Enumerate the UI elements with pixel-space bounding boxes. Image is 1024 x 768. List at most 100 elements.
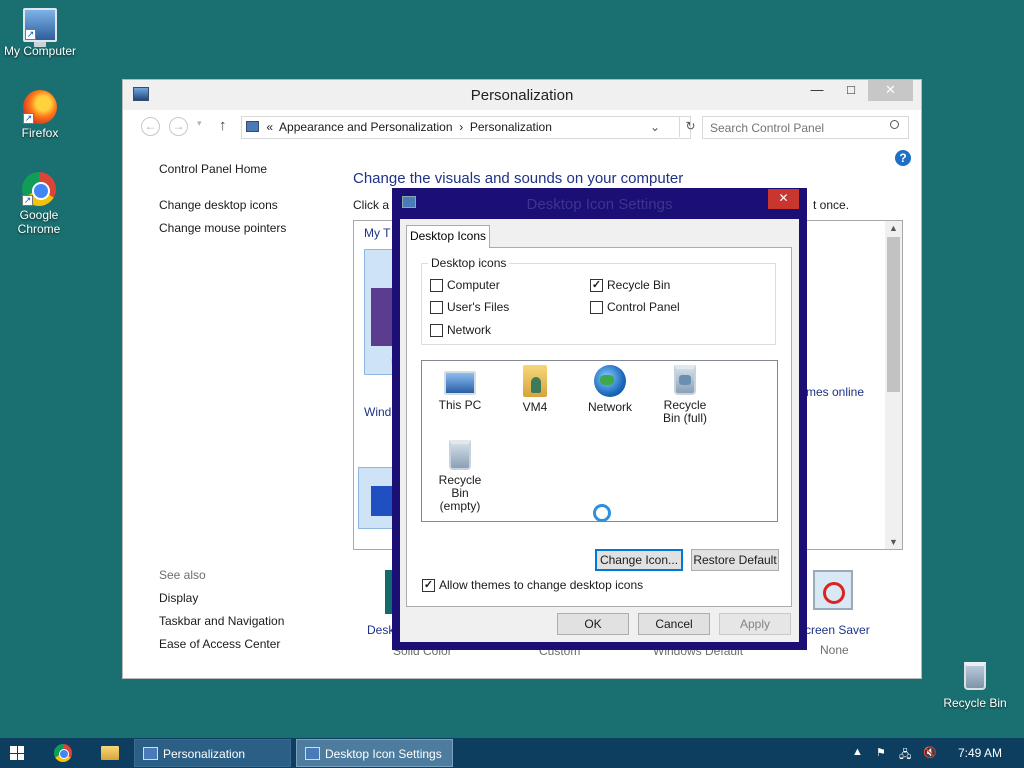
scroll-down-icon[interactable]: ▼ bbox=[889, 537, 898, 547]
search-input[interactable] bbox=[702, 116, 909, 139]
close-button[interactable]: ✕ bbox=[868, 80, 913, 101]
desktop-icon-label: Google Chrome bbox=[17, 208, 61, 236]
breadcrumb-personalization[interactable]: Personalization bbox=[470, 120, 552, 134]
back-button[interactable]: ← bbox=[141, 117, 160, 136]
address-bar[interactable]: « Appearance and Personalization › Perso… bbox=[241, 116, 691, 139]
desktop-background-label[interactable]: Desk bbox=[367, 623, 394, 637]
navigation-bar: ← → ▾ ↑ « Appearance and Personalization… bbox=[131, 114, 909, 140]
checkbox-label: Recycle Bin bbox=[607, 278, 671, 292]
task-desktop-icon-settings[interactable]: Desktop Icon Settings bbox=[296, 739, 453, 767]
windows-themes-label: Wind bbox=[364, 405, 392, 419]
file-explorer-icon[interactable] bbox=[101, 746, 119, 760]
nav-change-desktop-icons[interactable]: Change desktop icons bbox=[159, 198, 278, 212]
checkbox-users-files[interactable]: User's Files bbox=[430, 300, 509, 314]
address-dropdown-icon[interactable]: ⌄ bbox=[650, 117, 660, 138]
breadcrumb-prefix[interactable]: « bbox=[266, 120, 273, 134]
clock[interactable]: 7:49 AM bbox=[958, 746, 1002, 760]
forward-button[interactable]: → bbox=[169, 117, 188, 136]
task-label: Desktop Icon Settings bbox=[325, 747, 442, 761]
search-icon[interactable] bbox=[890, 120, 899, 129]
taskbar: Personalization Desktop Icon Settings ▲ … bbox=[0, 738, 1024, 768]
task-label: Personalization bbox=[163, 747, 246, 761]
dialog-body: Desktop Icons Desktop icons Computer ✓ Re… bbox=[400, 219, 799, 642]
get-more-themes-link[interactable]: mes online bbox=[806, 385, 864, 399]
title-bar[interactable]: Personalization — □ ✕ bbox=[123, 80, 921, 110]
icon-label: Recycle Bin (full) bbox=[662, 398, 707, 425]
desktop-icons-group: Desktop icons Computer ✓ Recycle Bin User… bbox=[421, 256, 776, 345]
breadcrumb-appearance[interactable]: Appearance and Personalization bbox=[279, 120, 452, 134]
volume-muted-icon[interactable]: 🔇 bbox=[923, 746, 937, 759]
minimize-button[interactable]: — bbox=[800, 80, 834, 101]
chrome-icon[interactable] bbox=[54, 744, 72, 762]
screen-saver-label[interactable]: creen Saver bbox=[805, 623, 870, 637]
checkbox-control-panel[interactable]: Control Panel bbox=[590, 300, 680, 314]
no-symbol-icon bbox=[823, 582, 845, 604]
ok-button[interactable]: OK bbox=[557, 613, 629, 635]
maximize-button[interactable]: □ bbox=[834, 80, 868, 101]
desktop-icon-firefox[interactable]: ↗ Firefox bbox=[0, 90, 80, 140]
firefox-icon: ↗ bbox=[23, 90, 57, 124]
desktop-icon-settings-dialog: Desktop Icon Settings ✕ Desktop Icons De… bbox=[392, 188, 807, 650]
checkbox-label: Allow themes to change desktop icons bbox=[439, 578, 644, 592]
icon-label: Network bbox=[587, 400, 632, 414]
scrollbar[interactable]: ▲ ▼ bbox=[885, 221, 902, 549]
nav-display[interactable]: Display bbox=[159, 591, 198, 605]
task-personalization[interactable]: Personalization bbox=[134, 739, 291, 767]
show-hidden-icons[interactable]: ▲ bbox=[852, 746, 863, 758]
up-button[interactable]: ↑ bbox=[219, 117, 227, 134]
checkbox-box[interactable]: ✓ bbox=[422, 578, 435, 592]
flag-icon[interactable]: ⚑ bbox=[876, 746, 886, 759]
tab-panel: Desktop icons Computer ✓ Recycle Bin User… bbox=[406, 247, 792, 607]
recent-dropdown-icon[interactable]: ▾ bbox=[197, 118, 202, 129]
change-icon-button[interactable]: Change Icon... bbox=[595, 549, 683, 571]
icon-item-network[interactable]: Network bbox=[574, 365, 646, 414]
control-panel-icon bbox=[246, 121, 259, 132]
restore-default-button[interactable]: Restore Default bbox=[691, 549, 779, 571]
icon-list[interactable]: This PC VM4 Network Recycle Bin (full) R… bbox=[421, 360, 778, 522]
screen-saver-value: None bbox=[820, 643, 849, 657]
icon-item-recycle-bin-full[interactable]: Recycle Bin (full) bbox=[649, 365, 721, 425]
computer-icon: ↗ bbox=[23, 8, 57, 47]
checkbox-label: Computer bbox=[447, 278, 500, 292]
help-icon[interactable]: ? bbox=[895, 150, 911, 166]
theme-thumbnail-windows[interactable] bbox=[358, 467, 395, 529]
start-icon[interactable] bbox=[10, 746, 24, 760]
dialog-close-button[interactable]: ✕ bbox=[768, 189, 799, 209]
icon-item-vm4[interactable]: VM4 bbox=[499, 365, 571, 414]
checkbox-recycle-bin[interactable]: ✓ Recycle Bin bbox=[590, 278, 670, 292]
desktop-icon-recycle-bin[interactable]: Recycle Bin bbox=[935, 662, 1015, 710]
desktop-icon-chrome[interactable]: ↗ Google Chrome bbox=[0, 172, 78, 236]
refresh-button[interactable]: ↻ bbox=[679, 116, 701, 137]
checkbox-box[interactable] bbox=[430, 300, 443, 314]
checkbox-computer[interactable]: Computer bbox=[430, 278, 500, 292]
checkbox-box[interactable]: ✓ bbox=[590, 278, 603, 292]
dialog-title: Desktop Icon Settings bbox=[526, 196, 673, 213]
checkbox-network[interactable]: Network bbox=[430, 323, 491, 337]
checkbox-allow-themes[interactable]: ✓ Allow themes to change desktop icons bbox=[422, 578, 643, 592]
tab-desktop-icons[interactable]: Desktop Icons bbox=[406, 225, 490, 248]
icon-item-this-pc[interactable]: This PC bbox=[424, 365, 496, 412]
dialog-title-bar[interactable]: Desktop Icon Settings ✕ bbox=[392, 188, 807, 219]
cancel-button[interactable]: Cancel bbox=[638, 613, 710, 635]
scrollbar-thumb[interactable] bbox=[887, 237, 900, 392]
apply-button[interactable]: Apply bbox=[719, 613, 791, 635]
recycle-bin-full-icon bbox=[674, 365, 696, 395]
nav-taskbar[interactable]: Taskbar and Navigation bbox=[159, 614, 284, 628]
nav-control-panel-home[interactable]: Control Panel Home bbox=[159, 162, 267, 176]
nav-ease-of-access[interactable]: Ease of Access Center bbox=[159, 637, 280, 651]
recycle-bin-icon bbox=[964, 662, 986, 690]
nav-change-mouse-pointers[interactable]: Change mouse pointers bbox=[159, 221, 286, 235]
icon-item-recycle-bin-empty[interactable]: Recycle Bin (empty) bbox=[424, 440, 496, 513]
network-tray-icon[interactable]: 🖧 bbox=[899, 746, 911, 765]
checkbox-box[interactable] bbox=[430, 323, 443, 337]
checkbox-box[interactable] bbox=[430, 278, 443, 292]
page-heading: Change the visuals and sounds on your co… bbox=[353, 170, 684, 187]
user-folder-icon bbox=[523, 365, 547, 397]
scroll-up-icon[interactable]: ▲ bbox=[889, 223, 898, 233]
checkbox-box[interactable] bbox=[590, 300, 603, 314]
screen-saver-icon[interactable] bbox=[813, 570, 853, 610]
desktop-icon-my-computer[interactable]: ↗ My Computer bbox=[0, 8, 80, 58]
theme-thumbnail[interactable]: U bbox=[364, 249, 400, 375]
icon-label: Recycle Bin (empty) bbox=[438, 473, 482, 513]
computer-icon bbox=[444, 371, 476, 395]
